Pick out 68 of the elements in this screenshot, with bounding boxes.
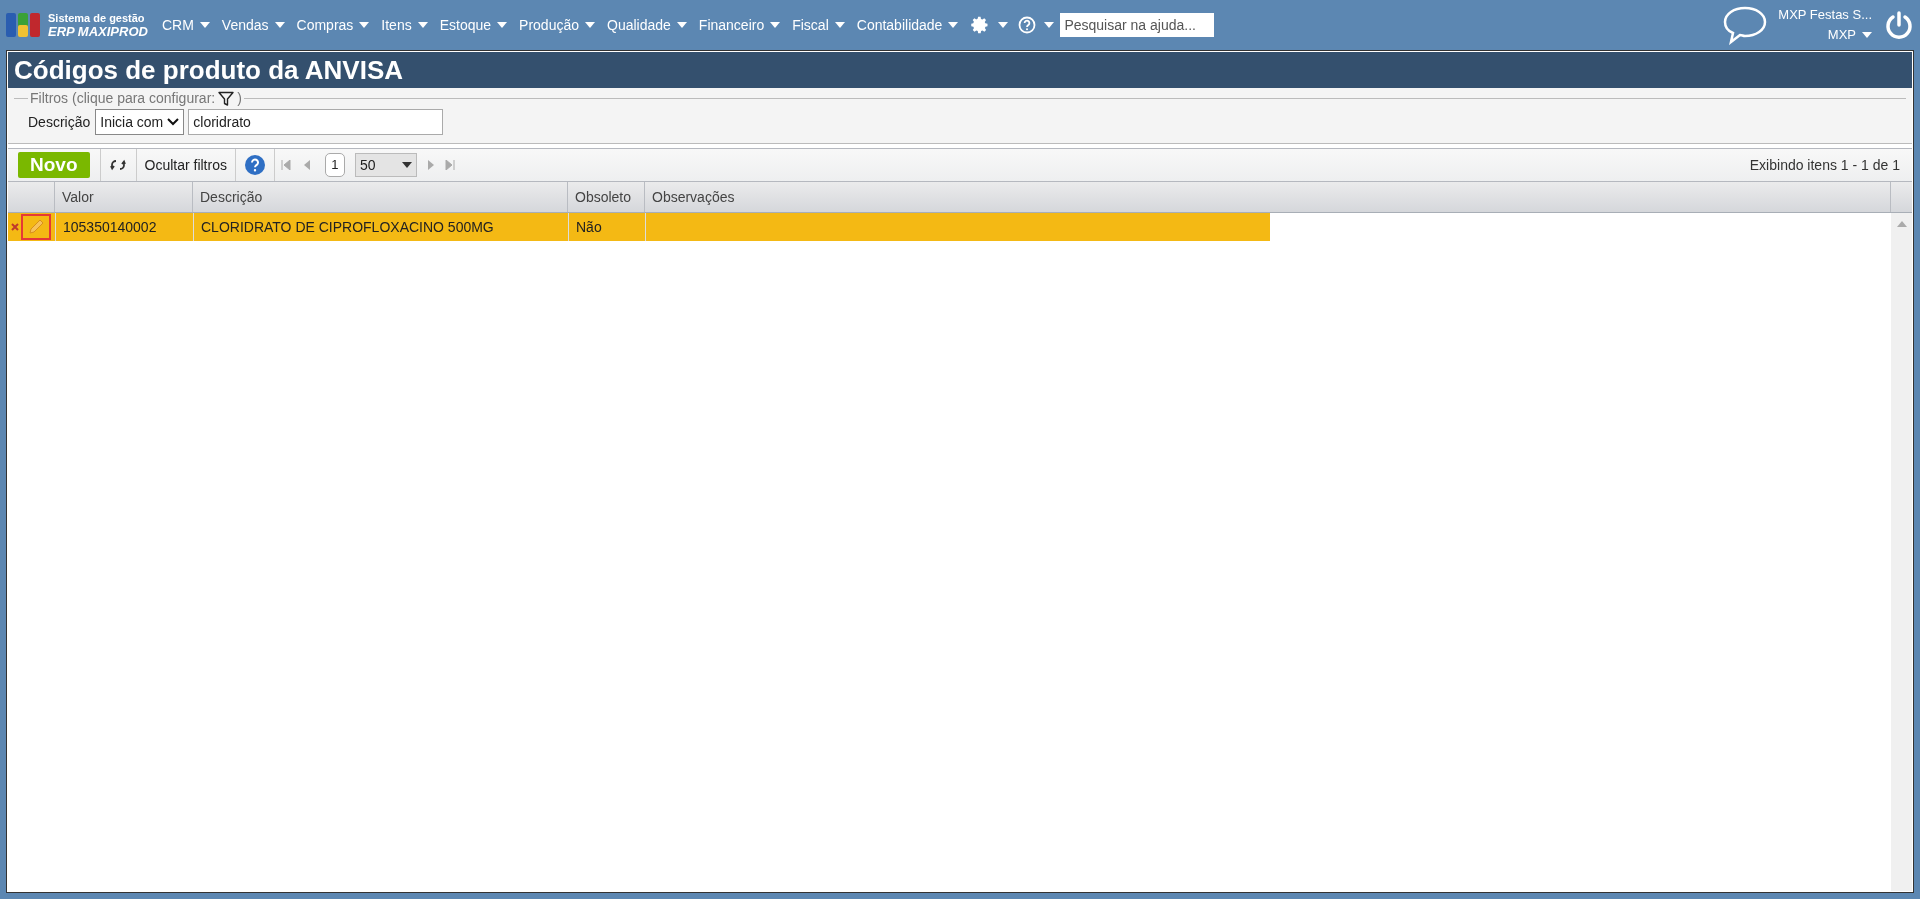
- filter-value-field[interactable]: cloridrato: [188, 109, 444, 135]
- scroll-up-icon[interactable]: [1896, 221, 1907, 227]
- table-cell: Não: [568, 213, 645, 241]
- caret-icon: [676, 22, 687, 28]
- table-cell: 105350140002: [55, 213, 193, 241]
- logo-title: ERP MAXIPROD: [48, 25, 148, 39]
- hide-filters-button[interactable]: Ocultar filtros: [136, 149, 235, 181]
- caret-icon: [585, 22, 595, 28]
- caret-icon: [401, 162, 412, 168]
- caret-icon: [770, 22, 781, 28]
- menu-item[interactable]: Vendas: [221, 14, 285, 36]
- settings-icon: [970, 15, 991, 35]
- company-name: MXP Festas S...: [1778, 6, 1872, 24]
- caret-icon: [359, 22, 370, 28]
- help-search-field[interactable]: Pesquisar na ajuda...: [1060, 13, 1215, 37]
- last-page-icon[interactable]: [444, 160, 455, 170]
- filter-icon[interactable]: [218, 90, 235, 107]
- table-row[interactable]: 105350140002 CLORIDRATO DE CIPROFLOXACINO 500MG Não: [8, 213, 1270, 241]
- menu-item[interactable]: Produção: [519, 14, 595, 36]
- items-summary: Exibindo itens 1 - 1 de 1: [1749, 155, 1900, 175]
- caret-icon: [497, 22, 508, 28]
- power-icon[interactable]: [1884, 10, 1914, 40]
- first-page-icon[interactable]: [280, 160, 291, 170]
- page-title: Códigos de produto da ANVISA: [14, 53, 404, 87]
- menu-item[interactable]: Itens: [381, 14, 428, 36]
- delete-icon[interactable]: [11, 223, 19, 231]
- settings-menu[interactable]: [970, 15, 1009, 35]
- column-header[interactable]: Descrição: [193, 182, 568, 212]
- menu-item[interactable]: Compras: [296, 14, 370, 36]
- column-header[interactable]: Obsoleto: [568, 182, 645, 212]
- help-icon: [1018, 16, 1037, 34]
- operator-select[interactable]: Inicia com: [95, 109, 185, 135]
- chat-icon[interactable]: [1722, 5, 1769, 45]
- caret-icon: [199, 22, 210, 28]
- chevron-down-icon: [167, 118, 180, 126]
- page-size-select[interactable]: 50: [354, 153, 417, 177]
- caret-icon: [834, 22, 845, 28]
- previous-page-icon[interactable]: [302, 160, 311, 170]
- scrollbar[interactable]: [1891, 213, 1912, 891]
- help-menu[interactable]: [1018, 16, 1055, 34]
- filters-legend-end: ): [237, 89, 242, 108]
- caret-icon: [998, 22, 1009, 28]
- caret-icon: [274, 22, 285, 28]
- filter-label: Descrição: [28, 112, 91, 132]
- filters-legend: Filtros (clique para configurar:: [30, 88, 216, 109]
- help-icon[interactable]: [243, 154, 266, 176]
- column-header[interactable]: Observações: [645, 182, 1891, 212]
- column-header[interactable]: Valor: [55, 182, 193, 212]
- next-page-icon[interactable]: [426, 160, 435, 170]
- page-number[interactable]: 1: [324, 153, 345, 177]
- pencil-icon: [27, 218, 45, 236]
- menu-item[interactable]: Contabilidade: [856, 14, 959, 36]
- table-cell: CLORIDRATO DE CIPROFLOXACINO 500MG: [193, 213, 568, 241]
- new-button[interactable]: Novo: [18, 152, 90, 178]
- caret-icon: [948, 22, 959, 28]
- logo-icon: [6, 11, 42, 39]
- menu-item[interactable]: Qualidade: [607, 14, 687, 36]
- edit-button[interactable]: [21, 214, 51, 240]
- logo-subtitle: Sistema de gestão: [48, 11, 146, 25]
- user-menu[interactable]: MXP: [1827, 25, 1872, 45]
- caret-icon: [1862, 32, 1872, 38]
- menu-item[interactable]: Estoque: [439, 14, 508, 36]
- caret-icon: [1044, 22, 1055, 28]
- menu-item[interactable]: Fiscal: [792, 14, 845, 36]
- menu-item[interactable]: CRM: [161, 14, 210, 36]
- refresh-icon: [110, 158, 126, 172]
- menu-item[interactable]: Financeiro: [698, 14, 781, 36]
- caret-icon: [417, 22, 428, 28]
